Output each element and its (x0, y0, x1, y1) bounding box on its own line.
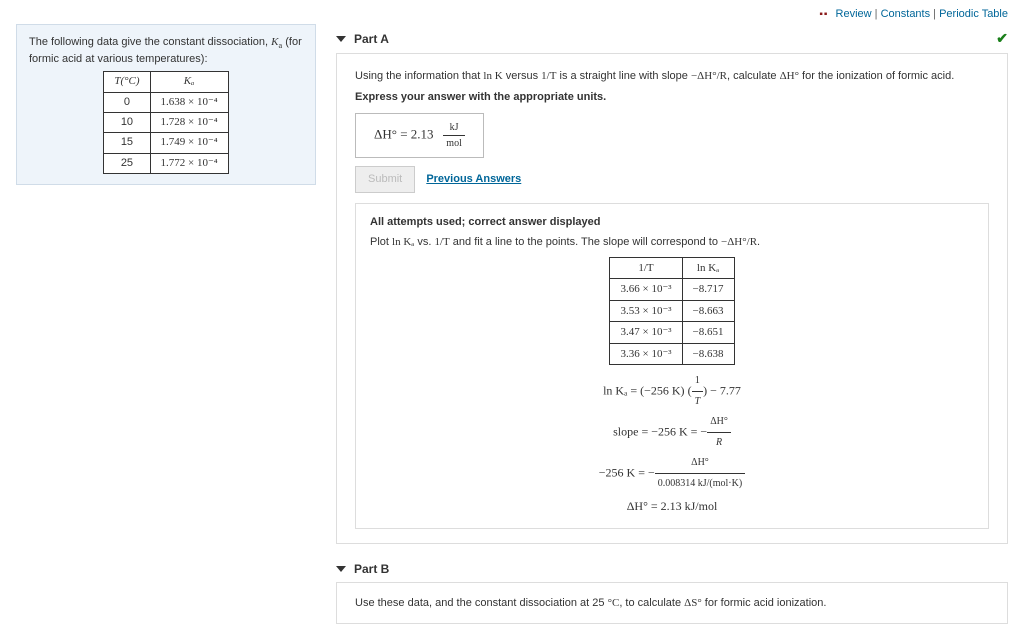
part-a-prompt: Using the information that ln K versus 1… (355, 68, 989, 85)
sol-y: −8.717 (682, 279, 734, 301)
pb-deg: °C (608, 597, 620, 609)
feedback-text: Plot ln Kₐ vs. 1/T and fit a line to the… (370, 234, 974, 251)
prompt-seg: for the ionization of formic acid. (799, 70, 954, 82)
express-instruction: Express your answer with the appropriate… (355, 89, 989, 106)
one-over-t: 1/T (541, 70, 556, 82)
eq2-l: slope = −256 K = − (613, 424, 707, 438)
cell-t: 10 (104, 112, 150, 132)
eq4: ΔH° = 2.13 kJ/mol (370, 494, 974, 518)
intro-symbol-k: K (271, 36, 278, 48)
sol-y: −8.651 (682, 322, 734, 344)
pb-seg: , to calculate (619, 597, 684, 609)
eq1-den: T (692, 392, 704, 412)
ds-sym: ΔS° (684, 597, 702, 609)
prompt-seg: versus (503, 70, 542, 82)
part-b-header[interactable]: Part B (336, 556, 1008, 583)
submit-button: Submit (355, 166, 415, 193)
eq1-num: 1 (692, 371, 704, 392)
answer-units: kJ mol (443, 120, 465, 151)
review-icon: ▪▪ (819, 9, 828, 20)
eq2-num: ΔH° (707, 412, 731, 433)
part-a-header[interactable]: Part A ✔ (336, 24, 1008, 54)
table-row: 101.728 × 10⁻⁴ (104, 112, 228, 132)
fb-seg: . (757, 236, 760, 248)
fb-seg: Plot (370, 236, 392, 248)
answer-lhs: ΔH° (374, 126, 397, 141)
sol-col-y: ln Kₐ (682, 257, 734, 279)
sol-x: 3.47 × 10⁻³ (610, 322, 682, 344)
prompt-seg: is a straight line with slope (556, 70, 691, 82)
eq3-l: −256 K = − (599, 465, 655, 479)
feedback-title: All attempts used; correct answer displa… (370, 214, 974, 231)
table-row: 01.638 × 10⁻⁴ (104, 92, 228, 112)
table-row: 251.772 × 10⁻⁴ (104, 153, 228, 173)
sol-x: 3.66 × 10⁻³ (610, 279, 682, 301)
intro-text-a: The following data give the constant dis… (29, 36, 271, 48)
answer-area: Part A ✔ Using the information that ln K… (336, 24, 1008, 624)
sol-y: −8.638 (682, 343, 734, 365)
caret-down-icon (336, 566, 346, 572)
cell-t: 15 (104, 133, 150, 153)
feedback-box: All attempts used; correct answer displa… (355, 203, 989, 530)
sol-y: −8.663 (682, 300, 734, 322)
part-a-body: Using the information that ln K versus 1… (336, 54, 1008, 544)
fb-slope: −ΔH°/R (721, 236, 757, 248)
answer-display: ΔH° = 2.13 kJ mol (355, 113, 484, 158)
answer-eq: = (400, 126, 411, 141)
prompt-seg: Using the information that (355, 70, 483, 82)
previous-answers-link[interactable]: Previous Answers (426, 173, 521, 185)
cell-t: 25 (104, 153, 150, 173)
cell-k: 1.638 × 10⁻⁴ (150, 92, 228, 112)
cell-t: 0 (104, 92, 150, 112)
table-row: 3.36 × 10⁻³−8.638 (610, 343, 734, 365)
eq1-r: − 7.77 (707, 383, 741, 397)
cell-k: 1.772 × 10⁻⁴ (150, 153, 228, 173)
part-a-title: Part A (354, 32, 389, 46)
dh-sym: ΔH° (780, 70, 799, 82)
solution-table: 1/T ln Kₐ 3.66 × 10⁻³−8.717 3.53 × 10⁻³−… (609, 257, 734, 366)
ka-data-table: T(°C) Kₐ 01.638 × 10⁻⁴ 101.728 × 10⁻⁴ 15… (103, 71, 228, 174)
eq2-den: R (707, 433, 731, 453)
col-header-k: Kₐ (150, 72, 228, 92)
problem-data-panel: The following data give the constant dis… (16, 24, 316, 185)
caret-down-icon (336, 36, 346, 42)
table-row: 3.66 × 10⁻³−8.717 (610, 279, 734, 301)
fb-seg: and fit a line to the points. The slope … (450, 236, 721, 248)
unit-num: kJ (443, 120, 465, 136)
sol-x: 3.53 × 10⁻³ (610, 300, 682, 322)
fb-lnka: ln Kₐ (392, 236, 414, 248)
sol-x: 3.36 × 10⁻³ (610, 343, 682, 365)
eq3-den: 0.008314 kJ/(mol·K) (655, 474, 745, 494)
cell-k: 1.749 × 10⁻⁴ (150, 133, 228, 153)
constants-link[interactable]: Constants (881, 8, 931, 20)
part-b-body: Use these data, and the constant dissoci… (336, 583, 1008, 624)
answer-value: 2.13 (411, 126, 434, 141)
pb-seg: for formic acid ionization. (702, 597, 827, 609)
col-header-t: T(°C) (104, 72, 150, 92)
eq3-num: ΔH° (655, 453, 745, 474)
pb-seg: Use these data, and the constant dissoci… (355, 597, 608, 609)
prompt-seg: , calculate (727, 70, 780, 82)
cell-k: 1.728 × 10⁻⁴ (150, 112, 228, 132)
header-links: ▪▪ Review | Constants | Periodic Table (16, 8, 1008, 20)
lnk-sym: ln K (483, 70, 502, 82)
table-row: 3.47 × 10⁻³−8.651 (610, 322, 734, 344)
periodic-table-link[interactable]: Periodic Table (939, 8, 1008, 20)
slope-expr: −ΔH°/R (691, 70, 727, 82)
part-b-title: Part B (354, 562, 389, 576)
table-row: 3.53 × 10⁻³−8.663 (610, 300, 734, 322)
table-row: 151.749 × 10⁻⁴ (104, 133, 228, 153)
fb-seg: vs. (414, 236, 434, 248)
review-link[interactable]: Review (836, 8, 872, 20)
sol-col-x: 1/T (610, 257, 682, 279)
eq1-l: ln Kₐ = (−256 K) (603, 383, 687, 397)
unit-den: mol (443, 136, 465, 151)
fb-1overT: 1/T (434, 236, 449, 248)
solution-equations: ln Kₐ = (−256 K) (1T) − 7.77 slope = −25… (370, 371, 974, 518)
check-icon: ✔ (996, 30, 1008, 47)
